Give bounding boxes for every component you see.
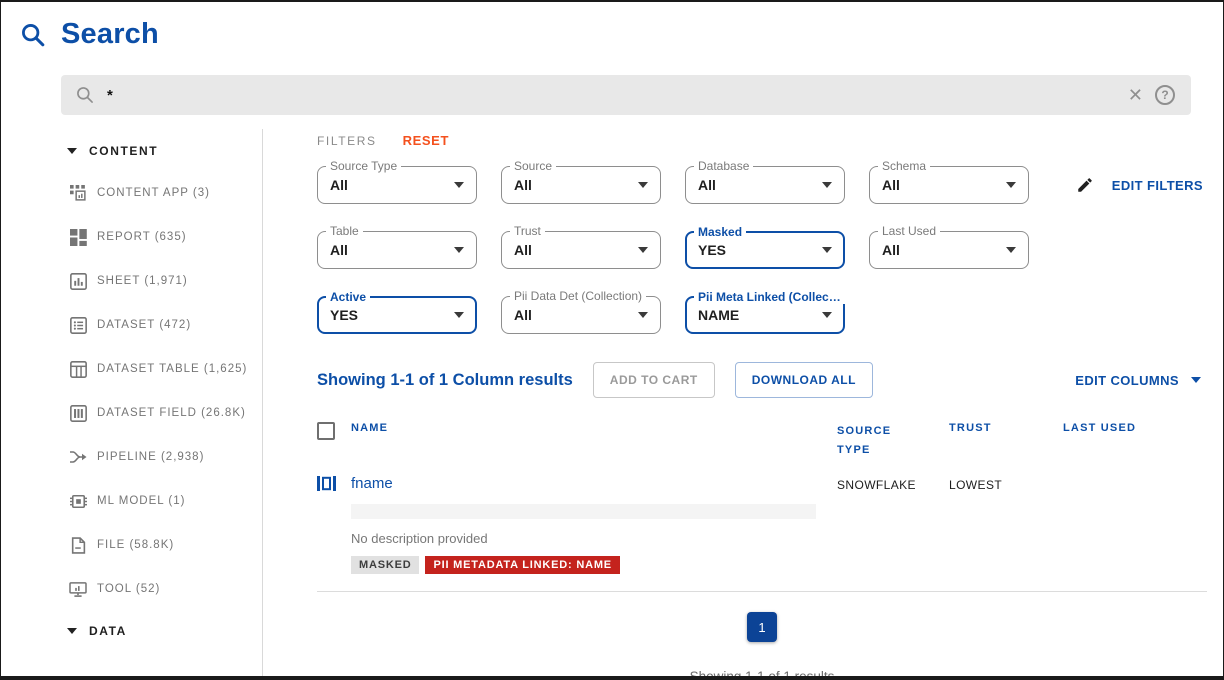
filter-pii-data-det[interactable]: Pii Data Det (Collection) All bbox=[501, 296, 661, 334]
results-divider bbox=[317, 591, 1207, 592]
help-icon[interactable]: ? bbox=[1155, 85, 1175, 105]
chevron-down-icon bbox=[822, 247, 832, 253]
column-header-trust[interactable]: TRUST bbox=[949, 422, 1063, 434]
pencil-icon bbox=[1076, 176, 1094, 194]
clear-search-icon[interactable]: ✕ bbox=[1128, 86, 1143, 104]
filters-grid: Source Type All Source All Database All … bbox=[317, 166, 1207, 334]
chevron-down-icon bbox=[638, 312, 648, 318]
filters-heading: FILTERS bbox=[317, 134, 377, 148]
pii-metadata-linked-badge: PII METADATA LINKED: NAME bbox=[425, 556, 619, 574]
sidebar-item-dataset-field[interactable]: DATASET FIELD (26.8K) bbox=[1, 391, 262, 435]
chevron-down-icon bbox=[1191, 377, 1201, 383]
sidebar-item-dataset-table[interactable]: DATASET TABLE (1,625) bbox=[1, 347, 262, 391]
dataset-field-icon bbox=[69, 404, 87, 422]
sidebar-item-ml-model[interactable]: ML MODEL (1) bbox=[1, 479, 262, 523]
chevron-down-icon bbox=[1006, 247, 1016, 253]
select-all-checkbox[interactable] bbox=[317, 422, 335, 440]
search-icon bbox=[19, 21, 47, 49]
sidebar-item-pipeline[interactable]: PIPELINE (2,938) bbox=[1, 435, 262, 479]
page-1-button[interactable]: 1 bbox=[747, 612, 777, 642]
search-input[interactable] bbox=[107, 87, 1116, 104]
results-panel: FILTERS RESET Source Type All Source All… bbox=[263, 129, 1223, 676]
search-icon bbox=[75, 85, 95, 105]
sheet-icon bbox=[69, 272, 87, 290]
search-page: Search ✕ ? CONTENT CONTENT APP (3) bbox=[0, 0, 1224, 680]
masked-badge: MASKED bbox=[351, 556, 419, 574]
filter-last-used[interactable]: Last Used All bbox=[869, 231, 1029, 269]
filter-database[interactable]: Database All bbox=[685, 166, 845, 204]
dataset-icon bbox=[69, 316, 87, 334]
table-row: fname No description provided MASKED PII… bbox=[317, 475, 1207, 574]
column-header-last-used[interactable]: LAST USED bbox=[1063, 422, 1207, 434]
description-highlight-bar bbox=[351, 504, 816, 519]
pipeline-icon bbox=[69, 448, 87, 466]
download-all-button[interactable]: DOWNLOAD ALL bbox=[735, 362, 873, 398]
column-header-name[interactable]: NAME bbox=[351, 422, 837, 434]
filters-header: FILTERS RESET bbox=[317, 133, 1207, 148]
sidebar-section-content[interactable]: CONTENT bbox=[1, 131, 262, 171]
pagination: 1 Showing 1-1 of 1 results bbox=[317, 612, 1207, 680]
file-icon bbox=[69, 536, 87, 554]
result-last-used bbox=[1063, 475, 1207, 574]
result-badges: MASKED PII METADATA LINKED: NAME bbox=[351, 556, 837, 574]
filter-source[interactable]: Source All bbox=[501, 166, 661, 204]
sidebar-item-tool[interactable]: TOOL (52) bbox=[1, 567, 262, 611]
filter-trust[interactable]: Trust All bbox=[501, 231, 661, 269]
table-header-row: NAME SOURCE TYPE TRUST LAST USED bbox=[317, 422, 1207, 459]
filter-active[interactable]: Active YES bbox=[317, 296, 477, 334]
result-name-link[interactable]: fname bbox=[351, 475, 393, 492]
page-title: Search bbox=[61, 18, 159, 51]
result-trust: LOWEST bbox=[949, 475, 1063, 574]
main-area: CONTENT CONTENT APP (3) REPORT (635) SHE… bbox=[1, 129, 1223, 676]
tool-icon bbox=[69, 580, 87, 598]
chevron-down-icon bbox=[638, 247, 648, 253]
sidebar-section-data[interactable]: DATA bbox=[1, 611, 262, 651]
chevron-down-icon bbox=[822, 312, 832, 318]
sidebar-item-dataset[interactable]: DATASET (472) bbox=[1, 303, 262, 347]
sidebar-item-file[interactable]: FILE (58.8K) bbox=[1, 523, 262, 567]
edit-filters-button[interactable]: EDIT FILTERS bbox=[1053, 166, 1207, 204]
chevron-down-icon bbox=[454, 247, 464, 253]
search-bar[interactable]: ✕ ? bbox=[61, 75, 1191, 115]
results-summary: Showing 1-1 of 1 Column results bbox=[317, 371, 573, 390]
ml-model-icon bbox=[69, 492, 87, 510]
add-to-cart-button[interactable]: ADD TO CART bbox=[593, 362, 715, 398]
column-header-source-type[interactable]: SOURCE TYPE bbox=[837, 422, 949, 459]
chevron-down-icon bbox=[454, 312, 464, 318]
filter-source-type[interactable]: Source Type All bbox=[317, 166, 477, 204]
result-cell-name: fname No description provided MASKED PII… bbox=[351, 475, 837, 574]
facet-sidebar: CONTENT CONTENT APP (3) REPORT (635) SHE… bbox=[1, 129, 263, 676]
column-icon bbox=[317, 475, 351, 574]
chevron-down-icon bbox=[1006, 182, 1016, 188]
chevron-down-icon bbox=[822, 182, 832, 188]
chevron-down-icon bbox=[454, 182, 464, 188]
filter-masked[interactable]: Masked YES bbox=[685, 231, 845, 269]
filter-schema[interactable]: Schema All bbox=[869, 166, 1029, 204]
pagination-summary: Showing 1-1 of 1 results bbox=[690, 669, 835, 680]
sidebar-item-sheet[interactable]: SHEET (1,971) bbox=[1, 259, 262, 303]
reset-filters-button[interactable]: RESET bbox=[403, 133, 449, 148]
content-app-icon bbox=[69, 184, 87, 202]
dataset-table-icon bbox=[69, 360, 87, 378]
filter-pii-meta-linked[interactable]: Pii Meta Linked (Collec… NAME bbox=[685, 296, 845, 334]
edit-columns-button[interactable]: EDIT COLUMNS bbox=[1075, 373, 1207, 388]
chevron-down-icon bbox=[638, 182, 648, 188]
sidebar-item-content-app[interactable]: CONTENT APP (3) bbox=[1, 171, 262, 215]
result-source-type: SNOWFLAKE bbox=[837, 475, 949, 574]
filter-table[interactable]: Table All bbox=[317, 231, 477, 269]
result-description: No description provided bbox=[351, 531, 837, 546]
page-header: Search bbox=[19, 18, 1223, 51]
sidebar-item-report[interactable]: REPORT (635) bbox=[1, 215, 262, 259]
chevron-down-icon bbox=[67, 148, 77, 154]
chevron-down-icon bbox=[67, 628, 77, 634]
report-icon bbox=[69, 228, 87, 246]
results-toolbar: Showing 1-1 of 1 Column results ADD TO C… bbox=[317, 362, 1207, 398]
